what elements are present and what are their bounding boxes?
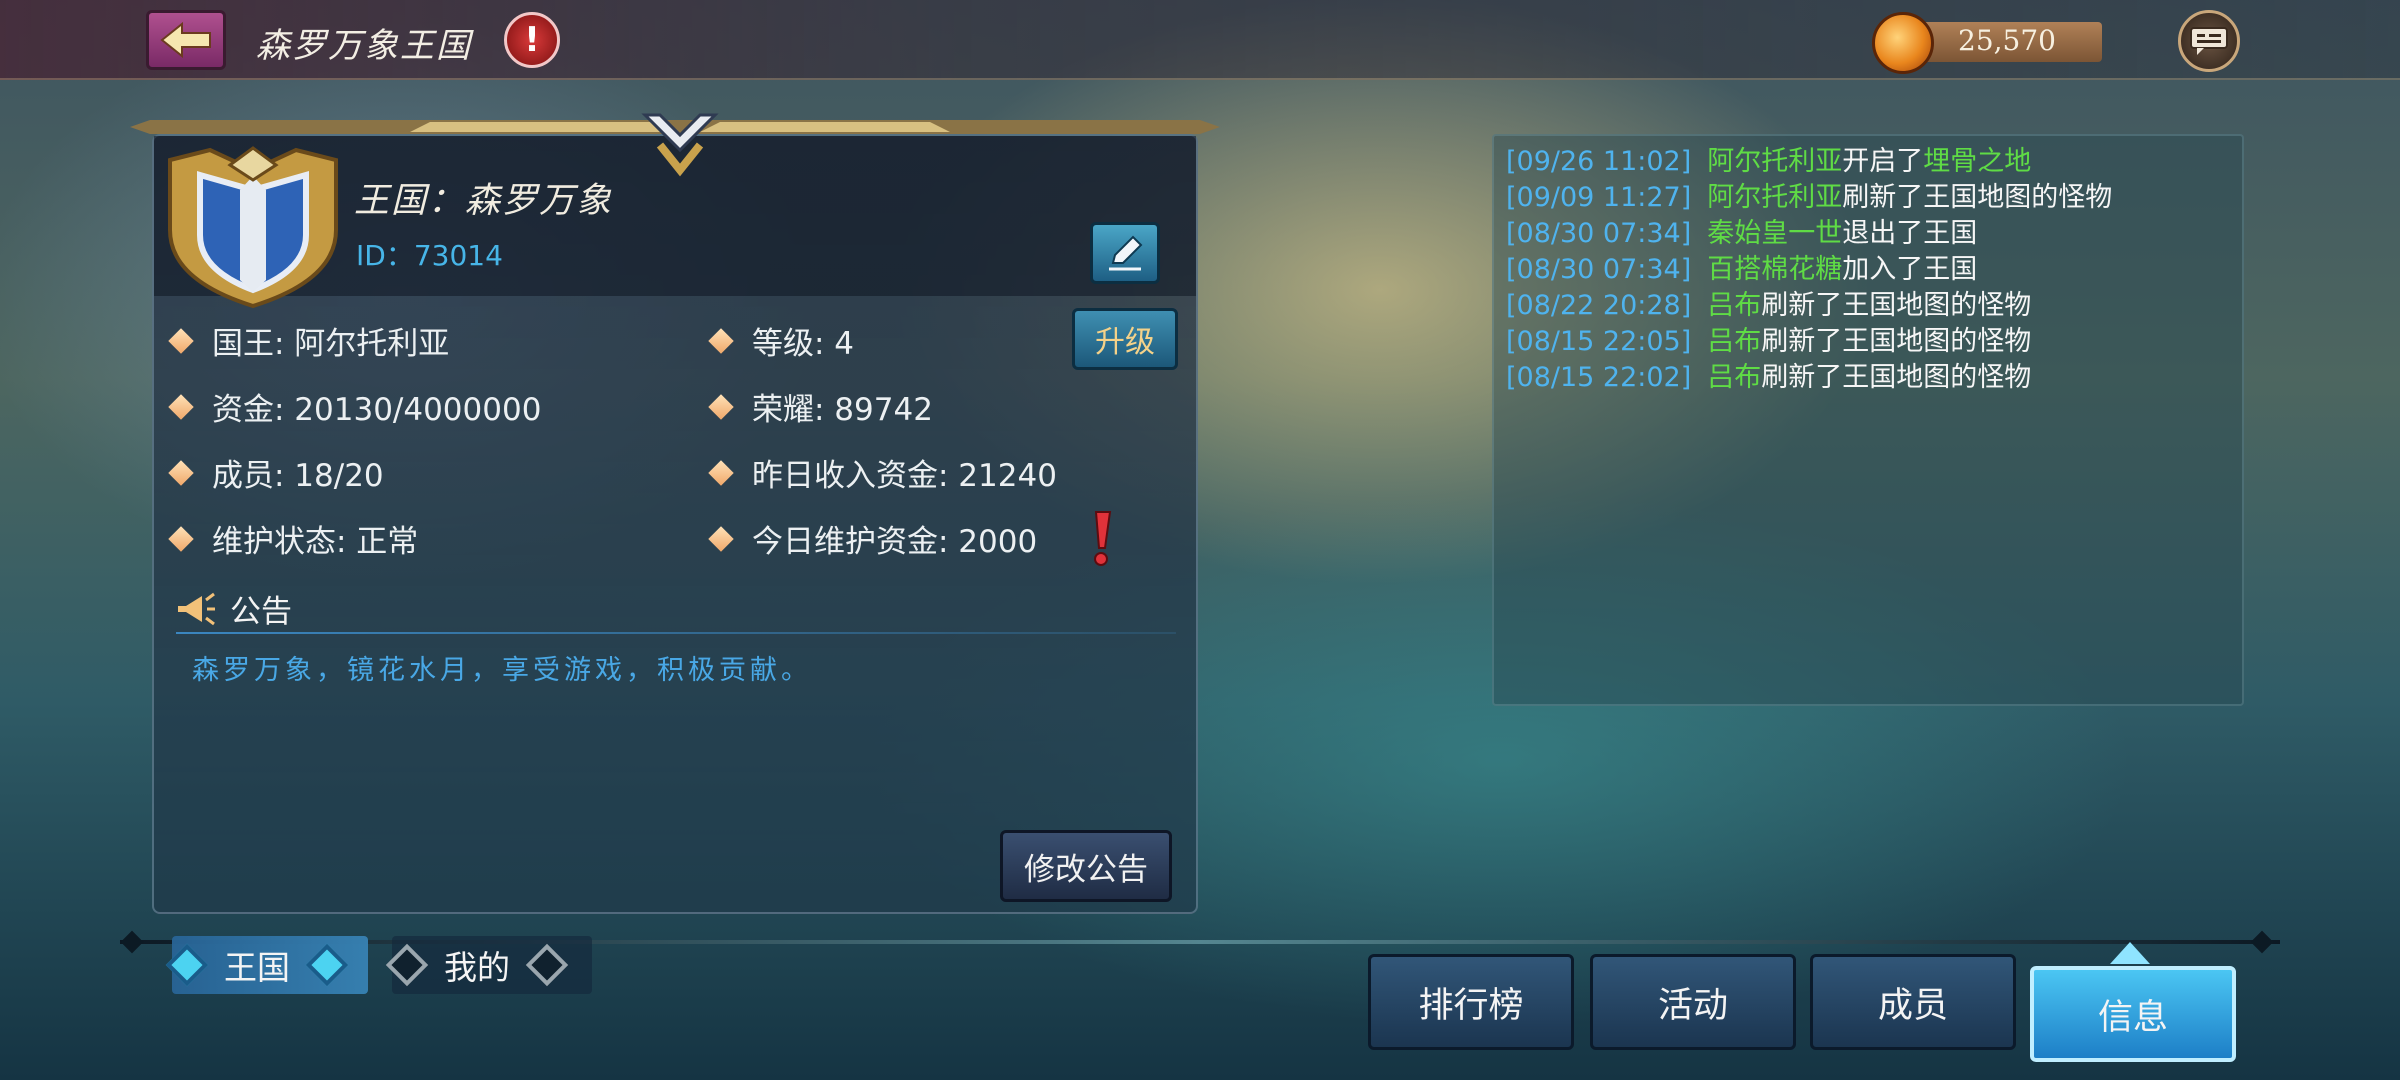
log-action: 刷新了王国地图的怪物 bbox=[1761, 290, 2032, 321]
stat-funds: 资金: 20130/4000000 bbox=[168, 384, 541, 429]
divider-end-right bbox=[2250, 930, 2274, 954]
log-time: [08/30 07:34] bbox=[1506, 218, 1692, 249]
panel-emblem-icon bbox=[641, 113, 719, 177]
log-action: 退出了王国 bbox=[1842, 218, 1978, 249]
log-action: 加入了王国 bbox=[1842, 254, 1978, 285]
log-action: 刷新了王国地图的怪物 bbox=[1761, 362, 2032, 393]
stat-maintenance-status: 维护状态: 正常 bbox=[168, 516, 418, 561]
back-arrow-icon bbox=[160, 21, 211, 59]
tab-diamond-icon bbox=[385, 943, 429, 987]
log-entry: [09/26 11:02] 阿尔托利亚开启了埋骨之地 bbox=[1506, 144, 2112, 180]
stat-level-text: 等级: 4 bbox=[752, 326, 855, 362]
nav-ranking-button[interactable]: 排行榜 bbox=[1368, 954, 1574, 1050]
edit-name-button[interactable] bbox=[1090, 222, 1160, 284]
log-entry: [09/09 11:27] 阿尔托利亚刷新了王国地图的怪物 bbox=[1506, 180, 2112, 216]
divider-end-left bbox=[120, 930, 144, 954]
bullet-diamond-icon bbox=[168, 393, 194, 420]
log-time: [08/15 22:05] bbox=[1506, 326, 1692, 357]
maintenance-alert-icon[interactable] bbox=[1088, 508, 1114, 568]
kingdom-name: 王国：森罗万象 bbox=[354, 181, 614, 221]
bullet-diamond-icon bbox=[168, 525, 194, 552]
bullet-diamond-icon bbox=[708, 525, 734, 552]
alert-icon[interactable]: ! bbox=[504, 12, 560, 68]
stat-level: 等级: 4 bbox=[708, 318, 854, 363]
stat-today-maintenance-text: 今日维护资金: 2000 bbox=[752, 524, 1038, 560]
log-action: 开启了 bbox=[1842, 146, 1924, 177]
log-entry: [08/22 20:28] 吕布刷新了王国地图的怪物 bbox=[1506, 288, 2112, 324]
stat-king-text: 国王: 阿尔托利亚 bbox=[212, 326, 450, 362]
bullet-diamond-icon bbox=[168, 327, 194, 354]
back-button[interactable] bbox=[146, 10, 226, 70]
log-entry: [08/30 07:34] 秦始皇一世退出了王国 bbox=[1506, 216, 2112, 252]
bullet-diamond-icon bbox=[708, 327, 734, 354]
kingdom-log-list: [09/26 11:02] 阿尔托利亚开启了埋骨之地 [09/09 11:27] 阿尔… bbox=[1506, 144, 2112, 396]
stat-glory: 荣耀: 89742 bbox=[708, 384, 933, 429]
notice-text: 森罗万象，镜花水月，享受游戏，积极贡献。 bbox=[192, 655, 812, 686]
log-name: 阿尔托利亚 bbox=[1707, 146, 1843, 177]
log-action: 刷新了王国地图的怪物 bbox=[1761, 326, 2032, 357]
log-name: 吕布 bbox=[1707, 362, 1762, 393]
tab-kingdom-label: 王国 bbox=[224, 948, 290, 987]
log-name: 吕布 bbox=[1707, 290, 1762, 321]
coin-icon bbox=[1872, 12, 1934, 74]
tab-diamond-icon bbox=[525, 943, 569, 987]
stat-funds-text: 资金: 20130/4000000 bbox=[212, 392, 542, 428]
page-title: 森罗万象王国 bbox=[256, 26, 472, 66]
log-time: [09/09 11:27] bbox=[1506, 182, 1692, 213]
stat-members-text: 成员: 18/20 bbox=[212, 458, 384, 494]
stat-yesterday-income: 昨日收入资金: 21240 bbox=[708, 450, 1057, 495]
active-indicator-icon bbox=[2110, 942, 2150, 964]
stat-yesterday-income-text: 昨日收入资金: 21240 bbox=[752, 458, 1057, 494]
notice-title: 公告 bbox=[230, 594, 292, 630]
stat-glory-text: 荣耀: 89742 bbox=[752, 392, 933, 428]
tab-diamond-icon bbox=[305, 943, 349, 987]
nav-activity-label: 活动 bbox=[1657, 985, 1728, 1026]
bullet-diamond-icon bbox=[168, 459, 194, 486]
pencil-icon bbox=[1109, 235, 1143, 271]
kingdom-shield-icon bbox=[168, 146, 338, 308]
log-place: 埋骨之地 bbox=[1923, 146, 2032, 177]
kingdom-id: ID：73014 bbox=[356, 239, 503, 272]
log-entry: [08/15 22:05] 吕布刷新了王国地图的怪物 bbox=[1506, 324, 2112, 360]
log-name: 阿尔托利亚 bbox=[1707, 182, 1843, 213]
bullet-diamond-icon bbox=[708, 393, 734, 420]
chat-button[interactable] bbox=[2178, 10, 2240, 72]
nav-activity-button[interactable]: 活动 bbox=[1590, 954, 1796, 1050]
currency-value: 25,570 bbox=[1958, 24, 2056, 57]
log-time: [08/15 22:02] bbox=[1506, 362, 1692, 393]
bullet-diamond-icon bbox=[708, 459, 734, 486]
nav-info-label: 信息 bbox=[2097, 997, 2168, 1038]
stat-maintenance-status-text: 维护状态: 正常 bbox=[212, 524, 419, 560]
stat-members: 成员: 18/20 bbox=[168, 450, 384, 495]
log-action: 刷新了王国地图的怪物 bbox=[1842, 182, 2113, 213]
chat-icon bbox=[2190, 27, 2228, 55]
divider bbox=[176, 632, 1176, 634]
stat-king: 国王: 阿尔托利亚 bbox=[168, 318, 449, 363]
log-entry: [08/15 22:02] 吕布刷新了王国地图的怪物 bbox=[1506, 360, 2112, 396]
nav-info-button[interactable]: 信息 bbox=[2030, 966, 2236, 1062]
log-name: 吕布 bbox=[1707, 326, 1762, 357]
nav-members-button[interactable]: 成员 bbox=[1810, 954, 2016, 1050]
megaphone-icon bbox=[178, 592, 215, 625]
upgrade-button[interactable]: 升级 bbox=[1072, 308, 1178, 370]
log-name: 百搭棉花糖 bbox=[1707, 254, 1843, 285]
log-entry: [08/30 07:34] 百搭棉花糖加入了王国 bbox=[1506, 252, 2112, 288]
log-time: [08/30 07:34] bbox=[1506, 254, 1692, 285]
tab-mine[interactable]: 我的 bbox=[385, 936, 592, 994]
tab-mine-label: 我的 bbox=[444, 948, 510, 987]
nav-members-label: 成员 bbox=[1877, 985, 1948, 1026]
notice-header: 公告 bbox=[176, 586, 292, 631]
nav-ranking-label: 排行榜 bbox=[1418, 985, 1524, 1026]
tab-kingdom[interactable]: 王国 bbox=[165, 936, 368, 994]
log-time: [08/22 20:28] bbox=[1506, 290, 1692, 321]
modify-notice-button[interactable]: 修改公告 bbox=[1000, 830, 1172, 902]
stat-today-maintenance: 今日维护资金: 2000 bbox=[708, 516, 1037, 561]
log-time: [09/26 11:02] bbox=[1506, 146, 1692, 177]
log-name: 秦始皇一世 bbox=[1707, 218, 1843, 249]
tab-diamond-icon bbox=[165, 943, 209, 987]
